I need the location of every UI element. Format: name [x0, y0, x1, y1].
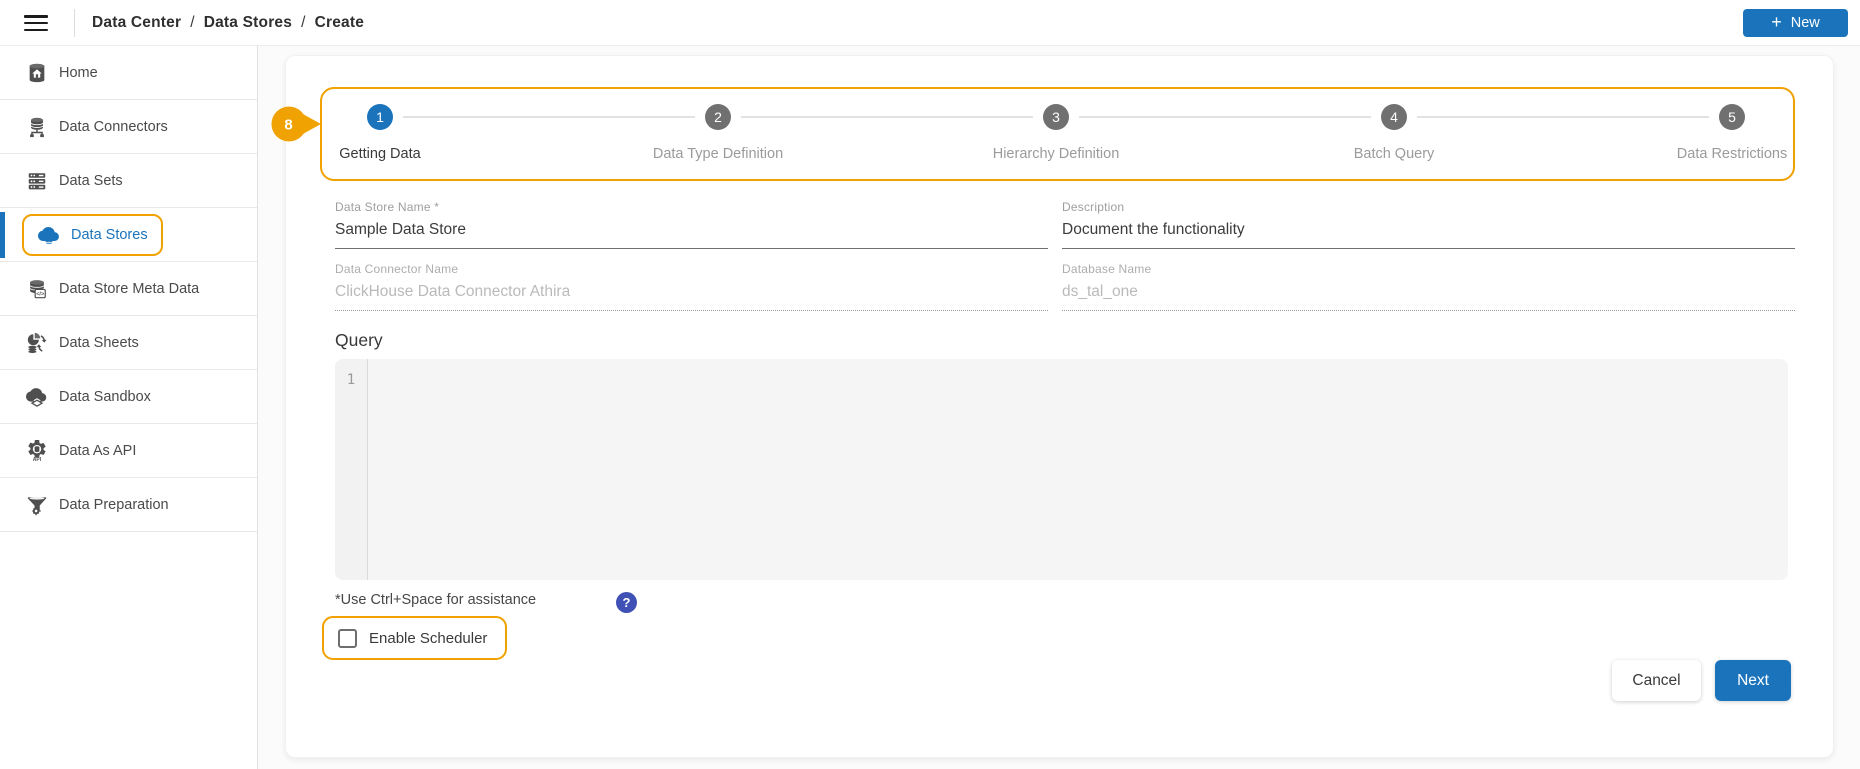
field-label: Data Connector Name	[335, 262, 459, 276]
sidebar-item-data-preparation[interactable]: Data Preparation	[0, 478, 257, 532]
breadcrumb-create: Create	[314, 14, 365, 31]
step-3-label: Hierarchy Definition	[992, 146, 1120, 162]
field-description: Description Document the functionality	[1062, 200, 1795, 249]
sidebar-item-data-sheets[interactable]: Data Sheets	[0, 316, 257, 370]
annotation-badge-8: 8	[271, 106, 321, 142]
line-number: 1	[346, 372, 356, 388]
step-5-label: Data Restrictions	[1676, 146, 1788, 162]
sidebar-item-data-connectors[interactable]: Data Connectors	[0, 100, 257, 154]
server-rack-icon	[28, 172, 46, 189]
description-input[interactable]: Document the functionality	[1062, 221, 1795, 249]
annotation-badge-number: 8	[284, 117, 292, 134]
field-database-name: Database Name ds_tal_one	[1062, 262, 1795, 311]
hamburger-menu-icon[interactable]	[24, 15, 48, 32]
new-button-label: New	[1790, 15, 1820, 31]
gear-api-icon: API	[28, 439, 46, 462]
breadcrumb-data-stores[interactable]: Data Stores	[204, 14, 292, 32]
plus-icon: +	[1771, 12, 1782, 32]
step-1-circle[interactable]: 1	[367, 104, 393, 130]
step-4-circle[interactable]: 4	[1381, 104, 1407, 130]
editor-content[interactable]	[375, 372, 1780, 572]
step-5-circle[interactable]: 5	[1719, 104, 1745, 130]
breadcrumb-data-center[interactable]: Data Center	[92, 14, 181, 32]
step-connector	[1079, 116, 1371, 118]
step-3-circle[interactable]: 3	[1043, 104, 1069, 130]
app-root: Data Center / Data Stores / Create + New…	[0, 0, 1860, 769]
enable-scheduler-checkbox[interactable]	[338, 628, 357, 648]
sidebar-item-label: Data Sheets	[59, 334, 139, 351]
data-connector-name-input: ClickHouse Data Connector Athira	[335, 283, 1048, 311]
field-data-connector-name: Data Connector Name ClickHouse Data Conn…	[335, 262, 1048, 311]
sidebar-item-data-sets[interactable]: Data Sets	[0, 154, 257, 208]
ctrl-space-hint: *Use Ctrl+Space for assistance	[335, 592, 537, 608]
step-2-label: Data Type Definition	[652, 146, 784, 162]
enable-scheduler-group: Enable Scheduler	[322, 616, 508, 660]
new-button[interactable]: + New	[1743, 9, 1848, 37]
sidebar-item-label: Data Stores	[71, 226, 148, 243]
sidebar-item-home[interactable]: Home	[0, 46, 257, 100]
step-1-label: Getting Data	[339, 146, 421, 162]
sidebar-item-data-stores[interactable]: Data Stores	[0, 208, 257, 262]
svg-text:</>: </>	[36, 291, 44, 297]
sidebar-item-label: Data Store Meta Data	[59, 280, 200, 297]
sidebar-item-label: Home	[59, 64, 98, 81]
field-data-store-name: Data Store Name * Sample Data Store	[335, 200, 1048, 249]
sidebar-item-label: Data Connectors	[59, 118, 168, 135]
sidebar-item-data-sandbox[interactable]: Data Sandbox	[0, 370, 257, 424]
cloud-icon	[38, 226, 59, 244]
sidebar-item-label: Data As API	[59, 442, 137, 459]
breadcrumb-separator: /	[301, 14, 306, 31]
step-2-circle[interactable]: 2	[705, 104, 731, 130]
editor-gutter: 1	[335, 359, 368, 580]
active-item-highlight: Data Stores	[22, 213, 163, 256]
next-button[interactable]: Next	[1715, 660, 1791, 701]
database-home-icon	[29, 63, 45, 82]
field-label: Data Store Name *	[335, 200, 440, 214]
sidebar-item-label: Data Preparation	[59, 496, 169, 513]
database-code-icon: </>	[29, 279, 46, 298]
sidebar-item-data-as-api[interactable]: API Data As API	[0, 424, 257, 478]
top-bar: Data Center / Data Stores / Create + New	[0, 0, 1860, 46]
cloud-box-icon	[26, 387, 47, 407]
step-4-label: Batch Query	[1353, 146, 1435, 162]
help-icon[interactable]: ?	[616, 592, 637, 613]
sidebar-item-data-store-meta-data[interactable]: </> Data Store Meta Data	[0, 262, 257, 316]
cancel-button[interactable]: Cancel	[1612, 660, 1701, 701]
topbar-divider	[74, 9, 75, 37]
database-stack-icon	[30, 117, 44, 137]
field-label: Database Name	[1062, 262, 1152, 276]
svg-text:API: API	[33, 457, 42, 462]
sidebar-item-label: Data Sandbox	[59, 388, 151, 405]
step-connector	[741, 116, 1033, 118]
sidebar-item-label: Data Sets	[59, 172, 123, 189]
step-connector	[1417, 116, 1709, 118]
enable-scheduler-label: Enable Scheduler	[369, 629, 488, 647]
field-label: Description	[1062, 200, 1125, 214]
funnel-gear-icon	[27, 496, 47, 515]
data-store-name-input[interactable]: Sample Data Store	[335, 221, 1048, 249]
query-code-editor[interactable]: 1	[335, 359, 1788, 580]
breadcrumb: Data Center / Data Stores / Create	[92, 0, 364, 46]
sidebar: Home Data Connectors Data Sets Data Stor…	[0, 46, 258, 769]
chart-sync-icon	[27, 332, 47, 353]
database-name-input: ds_tal_one	[1062, 283, 1795, 311]
active-indicator-bar	[0, 212, 5, 258]
step-connector	[403, 116, 695, 118]
breadcrumb-separator: /	[190, 14, 195, 31]
query-heading: Query	[335, 330, 383, 350]
wizard-stepper: 1 2 3 4 5 Getting Data Data Type Definit…	[320, 87, 1795, 181]
